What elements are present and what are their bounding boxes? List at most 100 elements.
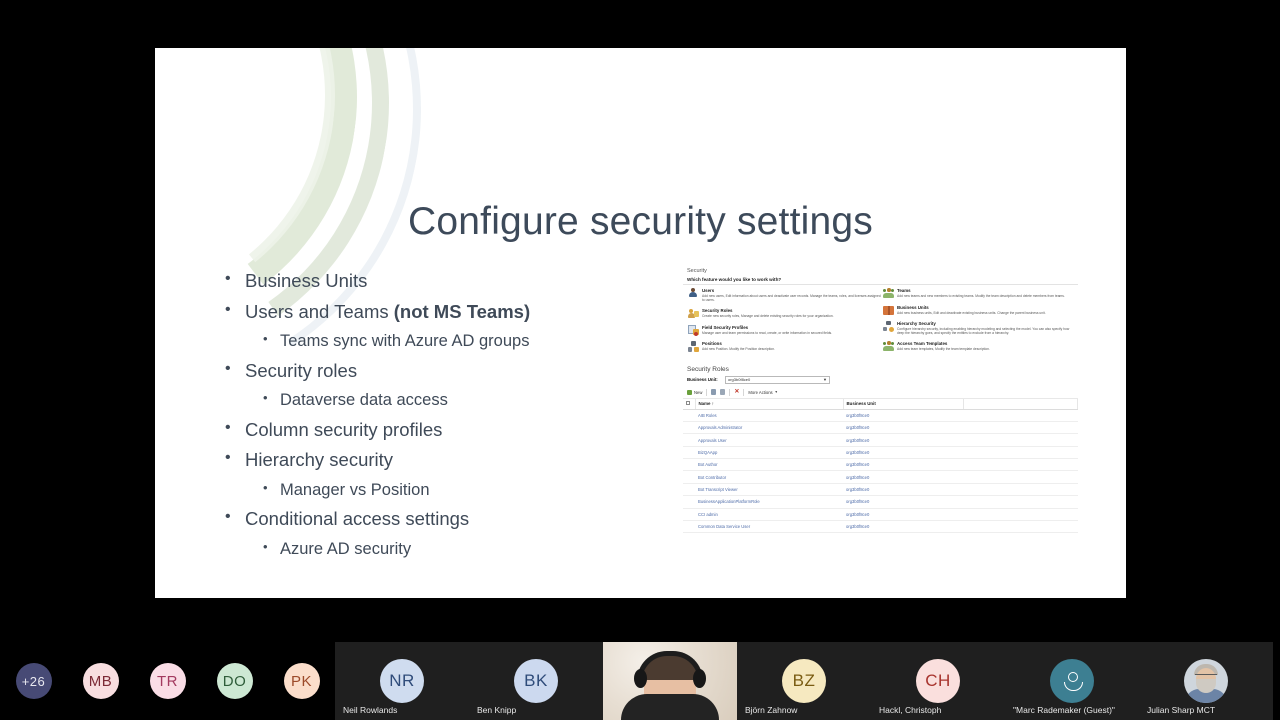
security-tile-access-team-templates[interactable]: Access Team Templates Add new team templ…	[881, 341, 1076, 352]
security-roles-table: Name ↑ Business Unit AIB Roles org3b0f8ce…	[683, 398, 1078, 534]
avatar: MB	[82, 663, 119, 699]
participant-tile[interactable]: Julian Sharp MCT	[1139, 642, 1273, 720]
participant-tile[interactable]: PK	[268, 642, 335, 720]
row-checkbox[interactable]	[683, 446, 695, 460]
presented-slide: Configure security settings Business Uni…	[155, 48, 1126, 598]
security-tile-hierarchy-security[interactable]: Hierarchy Security Configure hierarchy s…	[881, 321, 1076, 336]
participant-tile[interactable]: BZ Björn Zahnow	[737, 642, 871, 720]
role-name-cell[interactable]: AIB Roles	[695, 409, 843, 422]
toolbar-divider	[706, 388, 708, 396]
column-header-business-unit[interactable]: Business Unit	[843, 398, 964, 410]
bullet-subitem: Dataverse data access	[225, 391, 695, 409]
row-checkbox[interactable]	[683, 470, 695, 484]
table-row[interactable]: AIB Roles org3b0f8ce0	[683, 409, 1078, 422]
role-business-unit-cell: org3b0f8ce0	[843, 470, 963, 484]
user-icon	[688, 288, 699, 299]
new-button[interactable]: New	[687, 389, 703, 395]
access-team-template-icon	[883, 341, 894, 352]
bullet-item: Hierarchy security	[225, 450, 695, 470]
role-business-unit-cell: org3b0f8ce0	[843, 483, 963, 497]
bullet-text-bold: (not MS Teams)	[393, 300, 531, 322]
participant-tile[interactable]: MB	[67, 642, 134, 720]
row-checkbox[interactable]	[683, 409, 695, 422]
table-row[interactable]: Bot Contributor org3b0f8ce0	[683, 470, 1078, 484]
security-roles-table-body: AIB Roles org3b0f8ce0 Approvals Administra…	[683, 409, 1078, 534]
avatar-initials: CH	[925, 671, 951, 690]
table-row[interactable]: Bot Transcript Viewer org3b0f8ce0	[683, 483, 1078, 497]
new-button-label: New	[694, 389, 703, 395]
role-name-cell[interactable]: Common Data Service User	[695, 520, 843, 534]
participant-tile[interactable]	[603, 642, 737, 720]
row-spacer-cell	[963, 446, 1078, 460]
more-actions-label: More Actions	[748, 389, 773, 395]
overflow-count-avatar: +26	[15, 663, 52, 699]
security-tile-security-roles[interactable]: Security Roles Create new security roles…	[686, 308, 881, 319]
role-name-cell[interactable]: Bot Author	[695, 458, 843, 472]
more-actions-button[interactable]: More Actions ▼	[748, 390, 777, 395]
row-checkbox[interactable]	[683, 520, 695, 534]
checkbox-icon[interactable]	[686, 401, 690, 406]
participant-tile[interactable]: BK Ben Knipp	[469, 642, 603, 720]
role-name-cell[interactable]: Bot Transcript Viewer	[695, 483, 843, 497]
tile-heading: Security Roles	[702, 308, 733, 314]
table-row[interactable]: Common Data Service User org3b0f8ce0	[683, 520, 1078, 534]
business-unit-select[interactable]: org3b0f8ce0 ▼	[725, 375, 830, 384]
copy-icon[interactable]	[720, 389, 726, 396]
row-checkbox[interactable]	[683, 421, 695, 435]
security-tiles-left-column: Users Add new users, Edit information ab…	[686, 288, 881, 358]
role-name-cell[interactable]: Approvals User	[695, 433, 843, 447]
row-checkbox[interactable]	[683, 495, 695, 509]
tile-heading: Hierarchy Security	[897, 321, 936, 326]
participant-tile[interactable]: "Marc Rademaker (Guest)"	[1005, 642, 1139, 720]
row-spacer-cell	[963, 483, 1078, 497]
bullet-text: Users and Teams	[245, 301, 394, 322]
row-checkbox[interactable]	[683, 433, 695, 447]
delete-icon[interactable]: ✕	[734, 389, 739, 395]
table-row[interactable]: BizQAApp org3b0f8ce0	[683, 446, 1078, 460]
column-header-name[interactable]: Name ↑	[695, 398, 844, 410]
row-checkbox[interactable]	[683, 483, 695, 497]
row-spacer-cell	[963, 495, 1078, 509]
row-spacer-cell	[963, 470, 1078, 484]
table-row[interactable]: CCI admin org3b0f8ce0	[683, 508, 1078, 521]
hierarchy-security-icon	[883, 321, 894, 332]
avatar: PK	[283, 663, 320, 699]
participant-tile[interactable]: CH Hackl, Christoph	[871, 642, 1005, 720]
assign-icon[interactable]	[711, 389, 717, 396]
bullet-item: Column security profiles	[225, 420, 695, 440]
table-row[interactable]: Approvals User org3b0f8ce0	[683, 433, 1078, 447]
headset-earcup-left-icon	[634, 669, 647, 688]
tile-description: Add new teams and new members to existin…	[897, 294, 1065, 298]
table-row[interactable]: Approvals Administrator org3b0f8ce0	[683, 421, 1078, 435]
avatar-initials: PK	[290, 672, 312, 690]
select-all-header[interactable]	[683, 398, 696, 410]
bullet-subitem: Manager vs Position	[225, 481, 695, 499]
security-tile-users[interactable]: Users Add new users, Edit information ab…	[686, 288, 881, 303]
role-name-cell[interactable]: BizQAApp	[695, 446, 843, 460]
table-row[interactable]: Bot Author org3b0f8ce0	[683, 458, 1078, 472]
table-row[interactable]: BusinessApplicationPlatformRole org3b0f8c…	[683, 495, 1078, 509]
participant-tile[interactable]: +26	[0, 642, 67, 720]
role-business-unit-cell: org3b0f8ce0	[843, 508, 963, 521]
row-spacer-cell	[963, 520, 1078, 534]
participant-tile[interactable]: NR Neil Rowlands	[335, 642, 469, 720]
row-spacer-cell	[963, 508, 1078, 521]
business-unit-icon	[883, 305, 894, 316]
row-checkbox[interactable]	[683, 458, 695, 472]
participant-tile[interactable]: DO	[201, 642, 268, 720]
security-tile-positions[interactable]: Positions Add new Position. Modify the P…	[686, 341, 881, 353]
role-name-cell[interactable]: Bot Contributor	[695, 470, 843, 484]
bullet-item: Users and Teams (not MS Teams)	[225, 300, 695, 322]
slide-title: Configure security settings	[408, 200, 873, 243]
row-checkbox[interactable]	[683, 508, 695, 521]
participant-name: Neil Rowlands	[343, 705, 398, 715]
role-business-unit-cell: org3b0f8ce0	[843, 433, 963, 447]
security-tile-teams[interactable]: Teams Add new teams and new members to e…	[881, 288, 1076, 299]
role-name-cell[interactable]: Approvals Administrator	[695, 421, 843, 435]
security-tile-field-security-profiles[interactable]: Field Security Profiles Manage user and …	[686, 324, 881, 336]
security-tile-business-units[interactable]: Business Units Add new business units, E…	[881, 305, 1076, 316]
tile-heading: Positions	[702, 341, 722, 347]
role-name-cell[interactable]: CCI admin	[695, 508, 843, 521]
role-name-cell[interactable]: BusinessApplicationPlatformRole	[695, 495, 843, 509]
participant-tile[interactable]: TR	[134, 642, 201, 720]
